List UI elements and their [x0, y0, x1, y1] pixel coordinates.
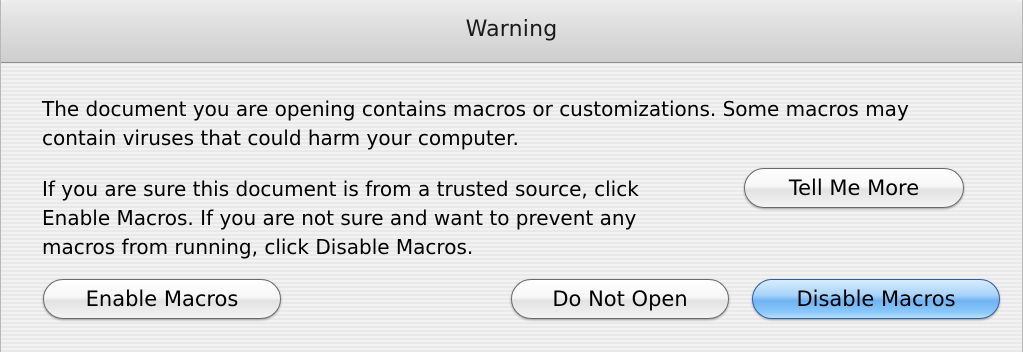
instruction-message: If you are sure this document is from a … — [42, 177, 639, 259]
warning-dialog: Warning The document you are opening con… — [0, 0, 1023, 352]
disable-macros-button[interactable]: Disable Macros — [752, 279, 1000, 319]
warning-message: The document you are opening contains ma… — [42, 97, 909, 150]
do-not-open-button[interactable]: Do Not Open — [511, 279, 729, 319]
enable-macros-button[interactable]: Enable Macros — [43, 279, 281, 319]
dialog-title: Warning — [465, 17, 558, 42]
title-bar[interactable]: Warning — [1, 0, 1022, 63]
tell-me-more-button[interactable]: Tell Me More — [744, 168, 964, 208]
